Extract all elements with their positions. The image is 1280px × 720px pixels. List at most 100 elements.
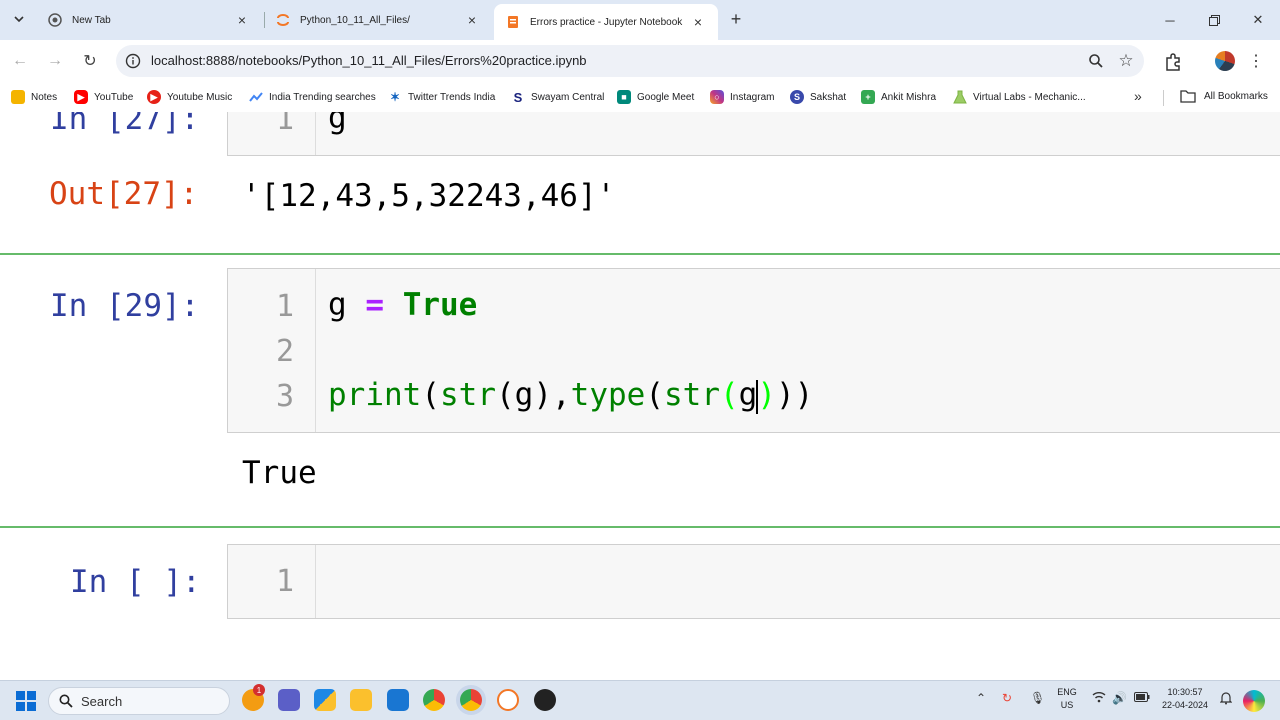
reload-button[interactable]: ↻ <box>80 51 100 71</box>
close-window-button[interactable]: ✕ <box>1248 10 1268 30</box>
code-builtin: str <box>664 377 720 413</box>
code-builtin: type <box>570 377 646 413</box>
close-icon: ✕ <box>1252 12 1264 27</box>
volume-icon[interactable]: 🔊 <box>1112 691 1127 705</box>
chrome-icon <box>48 13 62 27</box>
back-button[interactable]: ← <box>10 51 30 71</box>
code-keyword: True <box>402 287 478 323</box>
more-bookmarks-button[interactable]: » <box>1134 88 1142 104</box>
tab-title: New Tab <box>72 14 111 26</box>
trending-icon <box>249 90 263 104</box>
close-icon[interactable]: × <box>234 12 250 28</box>
code-line-1[interactable]: g = True <box>328 287 477 323</box>
close-icon[interactable]: × <box>464 12 480 28</box>
line-number: 1 <box>275 564 294 599</box>
copilot-icon[interactable] <box>1243 690 1265 712</box>
battery-icon[interactable] <box>1134 691 1150 705</box>
line-number: 1 <box>275 289 294 324</box>
twitter-trends-icon: ✶ <box>389 90 401 104</box>
minimize-button[interactable]: ─ <box>1160 10 1180 30</box>
microphone-icon[interactable]: 🎙 <box>1030 691 1045 705</box>
chrome-profile-taskbar-icon[interactable] <box>460 689 482 711</box>
start-button[interactable] <box>16 691 36 711</box>
bookmark-label: Notes <box>31 91 58 103</box>
clock-time: 10:30:57 <box>1167 687 1203 697</box>
wifi-icon[interactable] <box>1092 691 1106 706</box>
bookmark-notes[interactable]: Notes <box>11 89 57 105</box>
browser-menu-button[interactable]: ⋮ <box>1248 50 1264 72</box>
profile-avatar[interactable] <box>1215 51 1235 71</box>
notebook-icon <box>506 15 520 29</box>
bookmark-ankit-mishra[interactable]: + Ankit Mishra <box>861 89 936 105</box>
output-text: '[12,43,5,32243,46]' <box>242 178 616 214</box>
bookmark-instagram[interactable]: ○ Instagram <box>710 89 774 105</box>
bookmark-label: Virtual Labs - Mechanic... <box>973 91 1086 103</box>
google-meet-icon: ■ <box>617 90 631 104</box>
extensions-button[interactable] <box>1163 52 1183 72</box>
plus-icon: + <box>730 8 742 29</box>
site-info-icon[interactable] <box>122 50 144 72</box>
code-builtin: str <box>440 377 496 413</box>
language-indicator[interactable]: ENG US <box>1054 686 1080 712</box>
taskbar-search[interactable]: Search <box>48 687 230 715</box>
tab-errors-practice[interactable]: Errors practice - Jupyter Notebook × <box>494 4 718 40</box>
github-desktop-icon[interactable] <box>534 689 556 711</box>
weather-app-icon[interactable]: 1 <box>242 684 265 711</box>
tab-python-files[interactable]: Python_10_11_All_Files/ × <box>264 4 492 36</box>
bookmark-label: India Trending searches <box>269 91 376 103</box>
bookmark-star-icon[interactable]: ☆ <box>1116 51 1136 71</box>
tab-new-tab[interactable]: New Tab × <box>36 4 262 36</box>
youtube-music-icon: ▶ <box>147 90 161 104</box>
code-line-3[interactable]: print(str(g),type(str(g))) <box>328 377 813 414</box>
code-input-area[interactable]: 1 <box>227 544 1280 619</box>
browser-toolbar: ← → ↻ localhost:8888/notebooks/Python_10… <box>0 40 1280 82</box>
bookmark-twitter-trends[interactable]: ✶ Twitter Trends India <box>388 89 495 105</box>
widgets-icon[interactable] <box>314 689 336 711</box>
address-bar[interactable]: localhost:8888/notebooks/Python_10_11_Al… <box>116 45 1144 77</box>
url-text[interactable]: localhost:8888/notebooks/Python_10_11_Al… <box>151 53 587 68</box>
bookmarks-bar: Notes ▶ YouTube ▶ Youtube Music India Tr… <box>0 82 1280 112</box>
code-input-area[interactable]: 1 g <box>227 112 1280 156</box>
chevron-down-icon <box>14 16 24 23</box>
instagram-icon: ○ <box>710 90 724 104</box>
input-prompt: In [ ]: <box>70 564 201 600</box>
jupyter-taskbar-icon[interactable] <box>497 689 519 711</box>
tab-search-button[interactable] <box>8 8 30 30</box>
zoom-icon[interactable] <box>1086 51 1106 71</box>
bookmark-sakshat[interactable]: S Sakshat <box>790 89 846 105</box>
chrome-taskbar-icon[interactable] <box>423 689 445 711</box>
bookmark-virtual-labs[interactable]: Virtual Labs - Mechanic... <box>953 89 1086 105</box>
region-code: US <box>1060 700 1074 710</box>
output-text: True <box>242 455 317 491</box>
bookmark-india-trending[interactable]: India Trending searches <box>249 89 376 105</box>
teams-icon[interactable] <box>278 689 300 711</box>
restore-button[interactable] <box>1204 10 1224 30</box>
code-line[interactable]: g <box>328 112 347 136</box>
windows-icon <box>16 691 36 711</box>
bookmark-google-meet[interactable]: ■ Google Meet <box>617 89 694 105</box>
sync-icon[interactable]: ↻ <box>1002 691 1012 705</box>
minimize-icon: ─ <box>1165 12 1175 28</box>
mail-icon[interactable] <box>387 689 409 711</box>
bookmark-youtube-music[interactable]: ▶ Youtube Music <box>147 89 232 105</box>
line-number: 3 <box>275 379 294 414</box>
all-bookmarks-button[interactable]: All Bookmarks <box>1180 89 1268 103</box>
show-hidden-icons-button[interactable]: ⌃ <box>976 691 986 705</box>
swayam-icon: S <box>513 89 523 105</box>
code-input-area[interactable]: 1 2 3 g = True print(str(g),type(str(g))… <box>227 268 1280 433</box>
bookmark-swayam[interactable]: S Swayam Central <box>511 89 605 105</box>
bookmark-youtube[interactable]: ▶ YouTube <box>74 89 133 105</box>
tab-title: Errors practice - Jupyter Notebook <box>530 16 683 28</box>
notification-bell-icon[interactable] <box>1219 691 1233 708</box>
more-vertical-icon: ⋮ <box>1248 53 1264 70</box>
forward-button[interactable]: → <box>45 51 65 71</box>
system-clock[interactable]: 10:30:57 22-04-2024 <box>1156 686 1214 712</box>
notes-icon <box>11 90 25 104</box>
close-icon[interactable]: × <box>690 14 706 30</box>
file-explorer-icon[interactable] <box>350 689 372 711</box>
plus-square-icon: + <box>861 90 875 104</box>
bookmark-label: Google Meet <box>637 91 695 103</box>
new-tab-button[interactable]: + <box>726 9 746 29</box>
line-number-gutter: 1 2 3 <box>228 269 316 432</box>
search-placeholder: Search <box>81 693 123 709</box>
